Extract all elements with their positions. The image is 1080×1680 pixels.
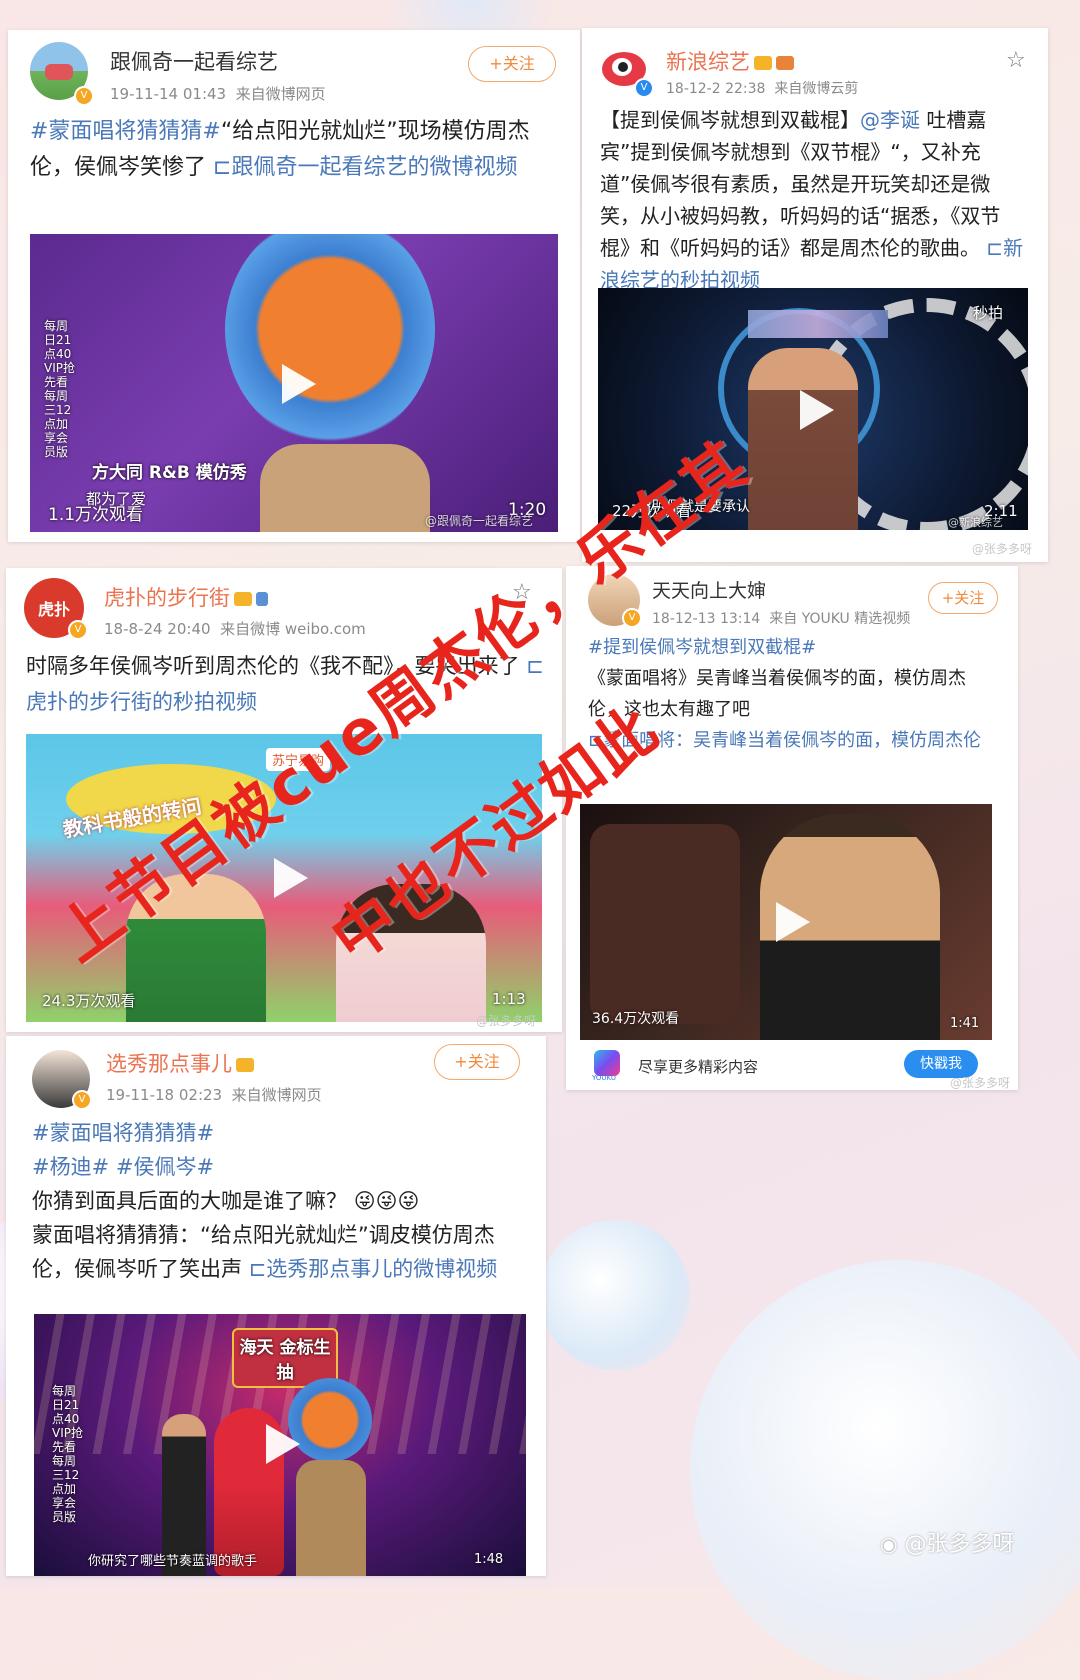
- follow-button[interactable]: +关注: [468, 46, 556, 82]
- video-player[interactable]: 36.4万次观看 1:41: [580, 804, 992, 1040]
- weibo-post-card: V 跟佩奇一起看综艺 19-11-14 01:43 来自微博网页 +关注 #蒙面…: [8, 30, 580, 542]
- play-icon[interactable]: [282, 364, 316, 404]
- hashtag-link[interactable]: #提到侯佩岑就想到双截棍#: [588, 637, 816, 658]
- username[interactable]: 天天向上大婶: [652, 576, 766, 603]
- vip-crown-icon: [754, 56, 772, 70]
- host-figure: [748, 348, 858, 530]
- view-count: 24.3万次观看: [42, 992, 136, 1010]
- post-body: 《蒙面唱将》吴青峰当着侯佩岑的面，模仿周杰伦，这也太有趣了吧: [588, 668, 966, 720]
- username[interactable]: 虎扑的步行街: [104, 582, 268, 612]
- video-player[interactable]: 海天 金标生抽 每周日21点40 VIP抢先看 每周三12点加享会员版 你研究了…: [34, 1314, 526, 1576]
- post-text: #蒙面唱将猜猜猜#“给点阳光就灿烂”现场模仿周杰伦，侯佩岑笑惨了 ⊏跟佩奇一起看…: [30, 114, 550, 186]
- post-time: 19-11-14 01:43: [110, 85, 227, 103]
- play-icon[interactable]: [776, 902, 810, 942]
- video-watermark: @跟佩奇一起看综艺: [425, 514, 534, 528]
- post-meta: 18-12-13 13:14 来自 YOUKU 精选视频: [652, 608, 910, 628]
- post-text: 【提到侯佩岑就想到双截棍】@李诞 吐槽嘉宾”提到侯佩岑就想到《双节棍》“，又补充…: [600, 104, 1030, 296]
- post-time: 19-11-18 02:23: [106, 1086, 223, 1104]
- post-meta: 19-11-14 01:43 来自微博网页: [110, 83, 326, 104]
- view-count: 36.4万次观看: [592, 1011, 680, 1027]
- username[interactable]: 跟佩奇一起看综艺: [110, 46, 278, 76]
- member-badge-icon: [256, 592, 268, 606]
- background-bubble: [690, 1260, 1080, 1680]
- verified-badge-icon: V: [634, 78, 654, 98]
- video-link-text: 选秀那点事儿的微博视频: [266, 1257, 498, 1281]
- follow-button[interactable]: +关注: [434, 1044, 520, 1080]
- video-link-text: 跟佩奇一起看综艺的微博视频: [231, 155, 518, 180]
- sunflower-mask: [225, 234, 435, 444]
- verified-badge-icon: V: [74, 86, 94, 106]
- hashtag-link[interactable]: #蒙面唱将猜猜猜#: [32, 1121, 214, 1145]
- username-text: 虎扑的步行街: [104, 586, 230, 610]
- vip-crown-icon: [234, 592, 252, 606]
- username-text: 选秀那点事儿: [106, 1052, 232, 1076]
- mention-link[interactable]: @李诞: [860, 108, 920, 132]
- play-icon[interactable]: [266, 1424, 300, 1464]
- play-icon[interactable]: [800, 390, 834, 430]
- youku-footer-text: 尽享更多精彩内容: [638, 1058, 759, 1076]
- post-text: #蒙面唱将猜猜猜# #杨迪# #侯佩岑# 你猜到面具后面的大咖是谁了嘛？ 😜😜😜…: [32, 1116, 522, 1286]
- play-icon[interactable]: [274, 858, 308, 898]
- hashtag-link[interactable]: #杨迪# #侯佩岑#: [32, 1155, 214, 1179]
- performer-body: [260, 444, 430, 532]
- post-source: 来自微博网页: [231, 1086, 322, 1104]
- video-player[interactable]: 每周日21点40 VIP抢先看 每周三12点加享会员版 方大同 R&B 模仿秀 …: [30, 234, 558, 532]
- page-watermark-text: @张多多呀: [904, 1532, 1015, 1557]
- emoji-icons: 😜😜😜: [353, 1189, 420, 1213]
- video-side-text: 每周日21点40 VIP抢先看 每周三12点加享会员版: [52, 1384, 83, 1524]
- verified-badge-icon: V: [72, 1090, 92, 1110]
- post-source: 来自微博云剪: [774, 81, 859, 97]
- image-watermark: @张多多呀: [476, 1014, 537, 1028]
- post-meta: 19-11-18 02:23 来自微博网页: [106, 1084, 322, 1105]
- blur-patch: [748, 310, 888, 338]
- post-source: 来自微博网页: [235, 85, 326, 103]
- video-caption: 方大同 R&B 模仿秀: [92, 463, 247, 483]
- video-subtitle: 你研究了哪些节奏蓝调的歌手: [88, 1554, 258, 1569]
- post-source: 来自 YOUKU 精选视频: [769, 611, 911, 627]
- vip-crown-icon: [236, 1058, 254, 1072]
- youku-brand: YOUKU: [592, 1074, 617, 1082]
- video-watermark: @新浪综艺: [948, 516, 1003, 529]
- verified-badge-icon: V: [622, 608, 642, 628]
- image-watermark: @张多多呀: [950, 1076, 1011, 1090]
- chair-back: [590, 824, 740, 1024]
- post-time: 18-12-13 13:14: [652, 611, 761, 627]
- post-body-line: 你猜到面具后面的大咖是谁了嘛？: [32, 1189, 347, 1213]
- video-duration: 1:41: [950, 1016, 980, 1031]
- view-count: 1.1万次观看: [48, 505, 144, 525]
- video-link-text: 虎扑的步行街的秒拍视频: [26, 690, 257, 714]
- post-time: 18-8-24 20:40: [104, 620, 211, 638]
- masked-singer-sunflower: [288, 1378, 372, 1462]
- background-bubble: [540, 1220, 690, 1370]
- username[interactable]: 新浪综艺: [666, 46, 794, 76]
- video-logo: 秒拍: [973, 304, 1004, 322]
- post-time: 18-12-2 22:38: [666, 81, 766, 97]
- favorite-star-icon[interactable]: ☆: [1006, 48, 1026, 73]
- youku-footer: YOUKU 尽享更多精彩内容 快戳我: [580, 1048, 1000, 1084]
- weibo-post-card: V 天天向上大婶 18-12-13 13:14 来自 YOUKU 精选视频 +关…: [566, 566, 1018, 1090]
- video-link[interactable]: ⊏选秀那点事儿的微博视频: [249, 1257, 498, 1281]
- page-watermark: ◉ @张多多呀: [880, 1526, 1014, 1558]
- post-meta: 18-8-24 20:40 来自微博 weibo.com: [104, 618, 366, 639]
- post-source: 来自微博 weibo.com: [220, 620, 366, 638]
- username-text: 新浪综艺: [666, 50, 750, 74]
- video-duration: 1:13: [492, 990, 526, 1008]
- youku-logo-icon: [594, 1050, 620, 1076]
- sunflower-body: [296, 1460, 366, 1576]
- post-title: 【提到侯佩岑就想到双截棍】: [600, 108, 860, 132]
- weibo-logo-icon: ◉: [880, 1532, 898, 1556]
- video-duration: 1:48: [474, 1552, 504, 1567]
- hashtag-link[interactable]: #蒙面唱将猜猜猜#: [30, 119, 221, 144]
- verified-badge-icon: V: [68, 620, 88, 640]
- post-meta: 18-12-2 22:38 来自微博云剪: [666, 78, 858, 98]
- username[interactable]: 选秀那点事儿: [106, 1048, 254, 1078]
- video-side-text: 每周日21点40 VIP抢先看 每周三12点加享会员版: [44, 319, 75, 459]
- weibo-post-card: V 选秀那点事儿 19-11-18 02:23 来自微博网页 +关注 #蒙面唱将…: [6, 1036, 546, 1576]
- video-link[interactable]: ⊏跟佩奇一起看综艺的微博视频: [213, 155, 517, 180]
- movie-badge-icon: [776, 56, 794, 70]
- follow-button[interactable]: +关注: [928, 582, 998, 614]
- image-watermark: @张多多呀: [972, 542, 1033, 556]
